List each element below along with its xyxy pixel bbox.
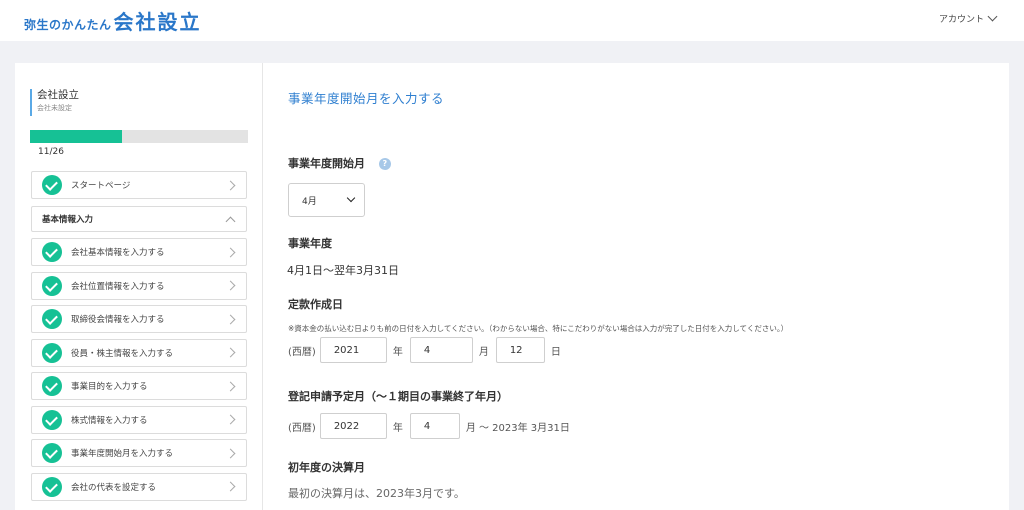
check-icon	[42, 476, 62, 497]
sidebar-item-shares[interactable]: 株式情報を入力する	[31, 405, 247, 434]
sidebar-item-label: 役員・株主情報を入力する	[71, 348, 174, 359]
articles-date-row: (西暦) 2021 年 4 月 12 日	[288, 337, 568, 363]
chevron-down-icon	[987, 11, 998, 22]
top-bar: 弥生のかんたん 会社設立 アカウント	[0, 0, 1024, 41]
articles-year-input[interactable]: 2021	[319, 337, 387, 363]
check-icon	[42, 275, 62, 296]
sidebar-item-board[interactable]: 取締役会情報を入力する	[31, 305, 247, 333]
sidebar-item-start-page[interactable]: スタートページ	[31, 171, 247, 199]
sidebar-item-label: 株式情報を入力する	[71, 415, 148, 426]
logo-subtext: 弥生のかんたん	[24, 18, 112, 32]
sidebar-item-label: 会社基本情報を入力する	[71, 248, 165, 258]
sidebar-item-company-location[interactable]: 会社位置情報を入力する	[31, 271, 247, 300]
chevron-right-icon	[225, 247, 236, 257]
month-unit: 月	[478, 346, 489, 358]
start-month-select[interactable]: 4月	[288, 183, 365, 217]
sidebar-item-business-purpose[interactable]: 事業目的を入力する	[31, 372, 247, 400]
progress-count: 11/26	[38, 147, 64, 157]
sidebar-header: 会社設立 会社未設定	[30, 89, 79, 116]
sidebar-item-label: 事業年度開始月を入力する	[71, 449, 174, 459]
logo[interactable]: 弥生のかんたん 会社設立	[24, 6, 202, 35]
day-unit: 日	[550, 346, 561, 358]
articles-day-input[interactable]: 12	[495, 337, 545, 363]
chevron-right-icon	[225, 414, 236, 425]
chevron-right-icon	[225, 314, 236, 324]
registration-date-row: (西暦) 2022 年 4 月 ～ 2023年 3月31日	[288, 413, 577, 439]
check-icon	[42, 376, 62, 396]
check-icon	[42, 342, 62, 363]
sidebar-item-label: 取締役会情報を入力する	[71, 315, 165, 325]
articles-month-input[interactable]: 4	[409, 337, 473, 363]
year-unit: 年	[392, 346, 403, 358]
fiscal-year-label: 事業年度	[288, 237, 332, 250]
articles-date-label: 定款作成日	[288, 298, 343, 311]
first-settlement-label: 初年度の決算月	[288, 461, 365, 474]
sidebar: 会社設立 会社未設定 11/26 スタートページ 基本情報入力 会社基本情報を入…	[15, 63, 263, 510]
sidebar-item-label: スタートページ	[71, 181, 131, 191]
start-month-label-text: 事業年度開始月	[288, 157, 365, 170]
content-panel: 会社設立 会社未設定 11/26 スタートページ 基本情報入力 会社基本情報を入…	[15, 63, 1009, 510]
registration-label: 登記申請予定月（～１期目の事業終了年月）	[288, 390, 508, 403]
start-month-label: 事業年度開始月 ?	[288, 155, 391, 171]
sidebar-item-company-basic[interactable]: 会社基本情報を入力する	[31, 238, 247, 266]
fiscal-year-value: 4月1日～翌年3月31日	[287, 264, 399, 277]
chevron-right-icon	[225, 381, 236, 391]
check-icon	[42, 409, 62, 430]
first-settlement-text: 最初の決算月は、2023年3月です。	[288, 487, 465, 500]
chevron-right-icon	[225, 347, 236, 358]
chevron-right-icon	[225, 180, 236, 190]
sidebar-subtitle: 会社未設定	[37, 104, 72, 112]
sidebar-section-basic-info[interactable]: 基本情報入力	[31, 206, 247, 232]
check-icon	[42, 309, 62, 329]
registration-end-text: 月 ～ 2023年 3月31日	[465, 422, 570, 434]
articles-date-note: ※資本金の払い込む日よりも前の日付を入力してください。（わからない場合、特にこだ…	[288, 324, 789, 333]
chevron-right-icon	[225, 280, 236, 291]
sidebar-item-officers-shareholders[interactable]: 役員・株主情報を入力する	[31, 338, 247, 367]
chevron-down-icon	[346, 193, 356, 203]
start-month-value: 4月	[302, 196, 317, 207]
chevron-right-icon	[225, 481, 236, 492]
sidebar-item-representative[interactable]: 会社の代表を設定する	[31, 472, 247, 501]
sidebar-item-fiscal-start[interactable]: 事業年度開始月を入力する	[31, 439, 247, 467]
registration-month-input[interactable]: 4	[409, 413, 460, 439]
sidebar-item-label: 会社位置情報を入力する	[71, 281, 165, 292]
account-label: アカウント	[938, 15, 984, 25]
main-content: 事業年度開始月を入力する 事業年度開始月 ? 4月 事業年度 4月1日～翌年3月…	[263, 63, 1009, 510]
year-unit: 年	[392, 422, 403, 434]
check-icon	[42, 242, 62, 262]
page-title: 事業年度開始月を入力する	[288, 91, 445, 106]
check-icon	[42, 175, 62, 195]
progress-bar	[30, 130, 248, 143]
era-label: (西暦)	[288, 346, 316, 358]
chevron-right-icon	[225, 448, 236, 458]
check-icon	[42, 443, 62, 463]
section-label: 基本情報入力	[42, 215, 94, 225]
sidebar-item-label: 会社の代表を設定する	[71, 482, 157, 493]
progress-fill	[30, 130, 122, 143]
account-menu[interactable]: アカウント	[938, 11, 998, 25]
sidebar-title: 会社設立	[37, 89, 79, 101]
logo-text: 会社設立	[113, 10, 202, 34]
help-icon[interactable]: ?	[378, 158, 391, 170]
registration-year-input[interactable]: 2022	[319, 413, 387, 439]
sidebar-item-label: 事業目的を入力する	[71, 382, 148, 392]
chevron-up-icon	[225, 216, 236, 226]
era-label: (西暦)	[288, 422, 316, 434]
